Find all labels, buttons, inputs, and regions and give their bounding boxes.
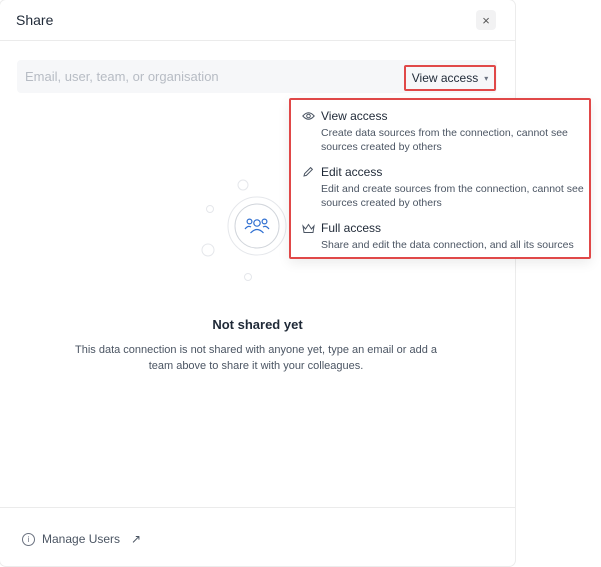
dialog-title: Share: [16, 12, 54, 28]
option-view-access[interactable]: View access Create data sources from the…: [301, 109, 586, 154]
info-icon: i: [22, 532, 35, 546]
crown-icon: [301, 221, 315, 235]
option-label: View access: [321, 109, 388, 123]
access-level-select[interactable]: View access ▾: [404, 65, 496, 91]
option-full-access[interactable]: Full access Share and edit the data conn…: [301, 221, 586, 252]
option-label: Edit access: [321, 165, 383, 179]
empty-state-description: This data connection is not shared with …: [75, 344, 437, 372]
manage-users-label: Manage Users: [42, 532, 121, 546]
option-description: Edit and create sources from the connect…: [321, 183, 584, 209]
option-edit-access[interactable]: Edit access Edit and create sources from…: [301, 165, 586, 210]
option-description: Create data sources from the connection,…: [321, 127, 568, 153]
chevron-down-icon: ▾: [484, 73, 489, 83]
share-search-input[interactable]: [17, 60, 413, 93]
option-description: Share and edit the data connection, and …: [321, 239, 574, 251]
access-level-value: View access: [411, 71, 479, 85]
close-icon: ×: [482, 12, 490, 28]
eye-icon: [301, 109, 315, 123]
manage-users-link[interactable]: i Manage Users ↗: [22, 532, 141, 546]
external-link-arrow-icon: ↗: [131, 532, 142, 546]
access-level-dropdown: View access Create data sources from the…: [289, 98, 591, 259]
dialog-header: Share ×: [0, 0, 515, 41]
dialog-footer: i Manage Users ↗: [0, 507, 515, 567]
share-search-bar: View access ▾: [17, 60, 497, 93]
close-button[interactable]: ×: [476, 10, 496, 30]
empty-state-title: Not shared yet: [212, 317, 303, 332]
pencil-icon: [301, 165, 315, 179]
option-label: Full access: [321, 221, 382, 235]
share-dialog: Share × View access ▾ Not shared yet Thi…: [0, 0, 515, 566]
